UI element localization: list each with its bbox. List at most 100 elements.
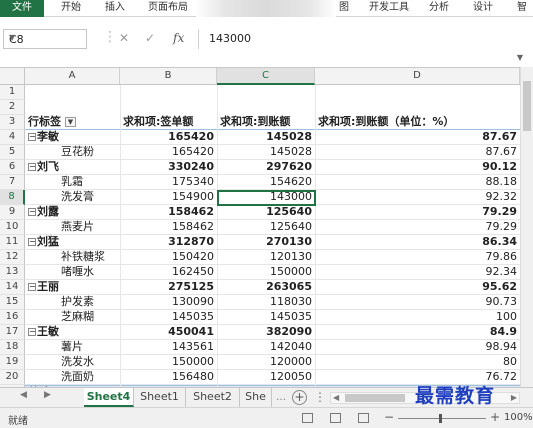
received-amount-cell[interactable]: 145028 — [217, 130, 315, 145]
row-header[interactable]: 7 — [0, 175, 25, 190]
page-break-view-icon[interactable] — [358, 413, 369, 423]
signed-amount-cell[interactable]: 145035 — [120, 310, 217, 325]
received-amount-cell[interactable]: 297620 — [217, 160, 315, 175]
received-amount-cell[interactable]: 270130 — [217, 235, 315, 250]
row-header[interactable]: 10 — [0, 220, 25, 235]
row-labels-header[interactable]: 行标签 ▼ — [25, 115, 120, 130]
row-header[interactable]: 9 — [0, 205, 25, 220]
sheet-tab-sheet1[interactable]: Sheet1 — [134, 388, 186, 407]
item-label[interactable]: 洗发水 — [25, 355, 120, 370]
received-amount-cell[interactable]: 382090 — [217, 325, 315, 340]
percent-cell[interactable]: 95.62 — [315, 280, 520, 295]
select-all-corner[interactable] — [0, 68, 25, 85]
item-label[interactable]: 啫喱水 — [25, 265, 120, 280]
filter-dropdown-icon[interactable]: ▼ — [65, 117, 76, 127]
item-label[interactable]: 补铁糖浆 — [25, 250, 120, 265]
scroll-left-icon[interactable]: ◀ — [20, 390, 27, 400]
sheet-tab-sheet4[interactable]: Sheet4 — [84, 388, 134, 407]
more-sheets-icon[interactable]: … — [276, 392, 286, 403]
signed-amount-cell[interactable]: 165420 — [120, 130, 217, 145]
tab-file[interactable]: 文件 — [0, 0, 44, 17]
item-label[interactable]: 护发素 — [25, 295, 120, 310]
received-amount-cell[interactable]: 120050 — [217, 370, 315, 385]
received-amount-cell[interactable]: 142040 — [217, 340, 315, 355]
signed-amount-cell[interactable]: 450041 — [120, 325, 217, 340]
expand-formula-icon[interactable]: ▼ — [517, 53, 523, 62]
received-amount-cell[interactable]: 120000 — [217, 355, 315, 370]
column-header-b[interactable]: B — [120, 68, 217, 85]
sum-percent-header[interactable]: 求和项:到账额（单位：%） — [315, 115, 520, 130]
percent-cell[interactable]: 98.94 — [315, 340, 520, 355]
received-amount-cell[interactable]: 118030 — [217, 295, 315, 310]
page-layout-view-icon[interactable] — [330, 413, 341, 423]
percent-cell[interactable]: 88.18 — [315, 175, 520, 190]
scroll-right-icon[interactable]: ▶ — [44, 390, 51, 400]
collapse-icon[interactable]: − — [28, 163, 36, 171]
signed-amount-cell[interactable]: 150420 — [120, 250, 217, 265]
item-label[interactable]: 洗面奶 — [25, 370, 120, 385]
zoom-out-button[interactable]: − — [384, 410, 394, 424]
signed-amount-cell[interactable]: 150000 — [120, 355, 217, 370]
group-label[interactable]: −刘猛 — [25, 235, 120, 250]
row-header[interactable]: 12 — [0, 250, 25, 265]
tab-partial[interactable]: 图 — [336, 0, 352, 17]
signed-amount-cell[interactable]: 162450 — [120, 265, 217, 280]
item-label[interactable]: 豆花粉 — [25, 145, 120, 160]
row-header[interactable]: 15 — [0, 295, 25, 310]
percent-cell[interactable]: 86.34 — [315, 235, 520, 250]
tab-design[interactable]: 设计 — [470, 0, 496, 17]
row-header[interactable]: 16 — [0, 310, 25, 325]
row-header[interactable]: 19 — [0, 355, 25, 370]
tab-developer[interactable]: 开发工具 — [366, 0, 412, 17]
vertical-scroll-thumb[interactable] — [523, 81, 531, 131]
collapse-icon[interactable]: − — [28, 208, 36, 216]
row-header[interactable]: 8 — [0, 190, 25, 205]
tab-overflow[interactable]: 智 — [514, 0, 530, 17]
received-amount-cell[interactable]: 145028 — [217, 145, 315, 160]
row-header[interactable]: 11 — [0, 235, 25, 250]
item-label[interactable]: 乳霜 — [25, 175, 120, 190]
row-header[interactable]: 18 — [0, 340, 25, 355]
column-header-d[interactable]: D — [315, 68, 520, 85]
signed-amount-cell[interactable]: 165420 — [120, 145, 217, 160]
percent-cell[interactable]: 79.29 — [315, 220, 520, 235]
collapse-icon[interactable]: − — [28, 238, 36, 246]
signed-amount-cell[interactable]: 143561 — [120, 340, 217, 355]
add-sheet-button[interactable]: + — [292, 390, 307, 405]
item-label[interactable]: 芝麻糊 — [25, 310, 120, 325]
row-header[interactable]: 1 — [0, 85, 25, 100]
chevron-down-icon[interactable]: ▼ — [9, 33, 82, 42]
tab-insert[interactable]: 插入 — [100, 0, 130, 17]
column-header-c[interactable]: C — [217, 68, 315, 85]
zoom-in-button[interactable]: + — [490, 410, 500, 424]
scroll-left-arrow-icon[interactable]: ◀ — [333, 393, 339, 402]
received-amount-cell[interactable]: 154620 — [217, 175, 315, 190]
percent-cell[interactable]: 90.12 — [315, 160, 520, 175]
item-label[interactable]: 燕麦片 — [25, 220, 120, 235]
collapse-icon[interactable]: − — [28, 133, 36, 141]
signed-amount-cell[interactable]: 330240 — [120, 160, 217, 175]
percent-cell[interactable]: 80 — [315, 355, 520, 370]
signed-amount-cell[interactable]: 158462 — [120, 220, 217, 235]
collapse-icon[interactable]: − — [28, 328, 36, 336]
signed-amount-cell[interactable]: 156480 — [120, 370, 217, 385]
percent-cell[interactable]: 92.32 — [315, 190, 520, 205]
received-amount-cell[interactable]: 263065 — [217, 280, 315, 295]
item-label[interactable]: 洗发膏 — [25, 190, 120, 205]
normal-view-icon[interactable] — [302, 413, 313, 423]
signed-amount-cell[interactable]: 175340 — [120, 175, 217, 190]
row-header[interactable]: 14 — [0, 280, 25, 295]
horizontal-scroll-thumb[interactable] — [345, 394, 405, 402]
sum-received-header[interactable]: 求和项:到账额 — [217, 115, 315, 130]
confirm-icon[interactable]: ✓ — [145, 31, 155, 45]
vertical-scrollbar[interactable] — [520, 67, 533, 387]
received-amount-cell[interactable]: 125640 — [217, 220, 315, 235]
zoom-slider[interactable] — [398, 418, 486, 419]
formula-input[interactable]: 143000 — [198, 29, 523, 49]
tab-home[interactable]: 开始 — [56, 0, 86, 17]
row-header[interactable]: 2 — [0, 100, 25, 115]
signed-amount-cell[interactable]: 158462 — [120, 205, 217, 220]
received-amount-cell[interactable]: 120130 — [217, 250, 315, 265]
percent-cell[interactable]: 79.29 — [315, 205, 520, 220]
percent-cell[interactable]: 100 — [315, 310, 520, 325]
